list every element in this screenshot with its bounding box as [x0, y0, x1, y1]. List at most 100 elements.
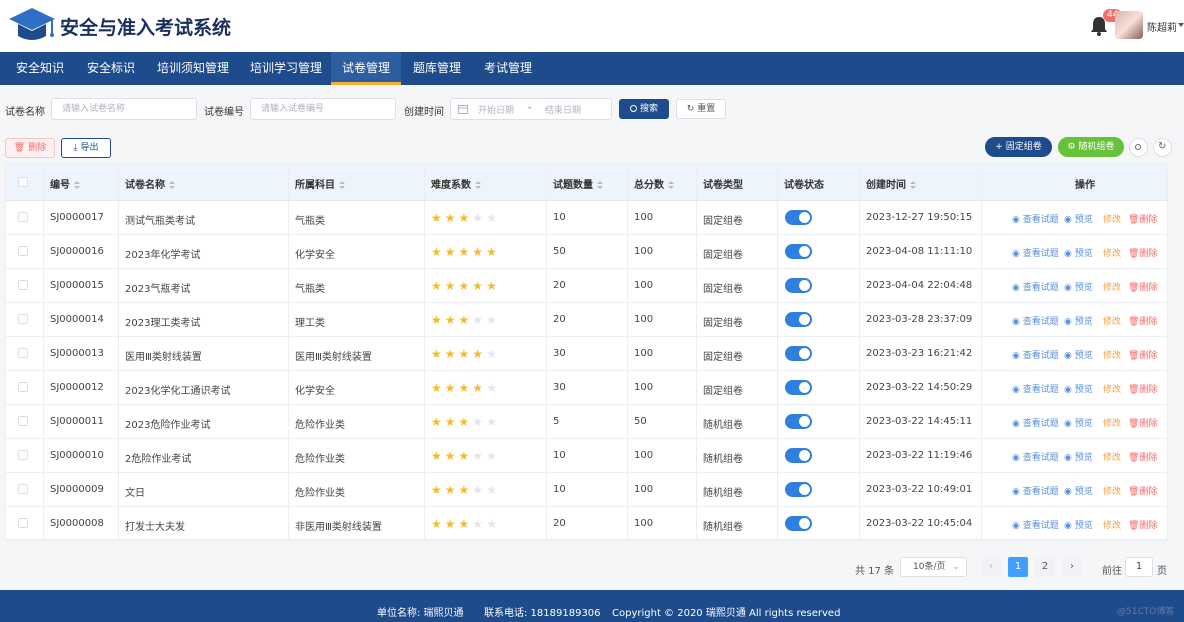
fixed-compose-button[interactable]: + 固定组卷	[985, 137, 1052, 157]
username[interactable]: 陈超莉	[1147, 19, 1177, 34]
col-created[interactable]: 创建时间	[866, 176, 916, 191]
status-toggle[interactable]	[785, 244, 812, 259]
status-toggle[interactable]	[785, 448, 812, 463]
view-questions-link[interactable]: ◉ 查看试题	[1012, 450, 1059, 463]
batch-delete-button[interactable]: 🗑 删除	[5, 138, 55, 158]
row-checkbox[interactable]	[18, 416, 28, 426]
row-checkbox[interactable]	[18, 348, 28, 358]
edit-link[interactable]: 修改	[1103, 484, 1121, 497]
nav-item-exam-management[interactable]: 考试管理	[472, 52, 544, 85]
view-questions-link[interactable]: ◉ 查看试题	[1012, 518, 1059, 531]
delete-link[interactable]: 🗑删除	[1128, 518, 1157, 531]
view-questions-link[interactable]: ◉ 查看试题	[1012, 280, 1059, 293]
view-questions-link[interactable]: ◉ 查看试题	[1012, 484, 1059, 497]
edit-link[interactable]: 修改	[1103, 518, 1121, 531]
status-toggle[interactable]	[785, 346, 812, 361]
reset-button[interactable]: ↻ 重置	[676, 99, 726, 119]
refresh-button[interactable]: ↻	[1153, 138, 1172, 157]
export-button[interactable]: ⤓ 导出	[61, 138, 111, 158]
preview-link[interactable]: ◉ 预览	[1064, 382, 1093, 395]
avatar[interactable]	[1115, 11, 1143, 39]
start-date-input[interactable]: 开始日期	[478, 103, 514, 116]
toggle-search-button[interactable]	[1129, 138, 1148, 157]
status-toggle[interactable]	[785, 516, 812, 531]
col-name[interactable]: 试卷名称	[125, 176, 175, 191]
row-checkbox[interactable]	[18, 382, 28, 392]
status-toggle[interactable]	[785, 312, 812, 327]
page-button-1[interactable]: 1	[1008, 557, 1028, 577]
col-count[interactable]: 试题数量	[553, 176, 603, 191]
search-button[interactable]: 搜索	[619, 99, 669, 119]
chevron-down-icon[interactable]	[1178, 23, 1184, 27]
delete-link[interactable]: 🗑删除	[1128, 450, 1157, 463]
goto-page-input[interactable]: 1	[1125, 557, 1153, 577]
edit-link[interactable]: 修改	[1103, 212, 1121, 225]
nav-item-paper-management[interactable]: 试卷管理	[331, 52, 401, 85]
col-score[interactable]: 总分数	[634, 176, 674, 191]
plus-icon: +	[995, 142, 1003, 152]
paper-code-input[interactable]: 请输入试卷编号	[250, 98, 396, 120]
row-checkbox[interactable]	[18, 212, 28, 222]
col-difficulty[interactable]: 难度系数	[431, 176, 481, 191]
delete-link[interactable]: 🗑删除	[1128, 382, 1157, 395]
preview-link[interactable]: ◉ 预览	[1064, 246, 1093, 259]
status-toggle[interactable]	[785, 278, 812, 293]
preview-link[interactable]: ◉ 预览	[1064, 416, 1093, 429]
preview-link[interactable]: ◉ 预览	[1064, 314, 1093, 327]
nav-item-safety-signs[interactable]: 安全标识	[80, 52, 142, 85]
delete-link[interactable]: 🗑删除	[1128, 314, 1157, 327]
col-code[interactable]: 编号	[50, 176, 80, 191]
delete-link[interactable]: 🗑删除	[1128, 212, 1157, 225]
edit-link[interactable]: 修改	[1103, 382, 1121, 395]
status-toggle[interactable]	[785, 210, 812, 225]
delete-link[interactable]: 🗑删除	[1128, 280, 1157, 293]
select-all-checkbox[interactable]	[18, 177, 28, 187]
nav-item-safety-knowledge[interactable]: 安全知识	[0, 52, 80, 85]
preview-link[interactable]: ◉ 预览	[1064, 484, 1093, 497]
status-toggle[interactable]	[785, 414, 812, 429]
star-icon: ★	[431, 483, 445, 497]
preview-link[interactable]: ◉ 预览	[1064, 348, 1093, 361]
view-questions-link[interactable]: ◉ 查看试题	[1012, 416, 1059, 429]
edit-link[interactable]: 修改	[1103, 246, 1121, 259]
page-size-select[interactable]: 10条/页 ⌄	[900, 557, 967, 577]
preview-link[interactable]: ◉ 预览	[1064, 280, 1093, 293]
col-subject[interactable]: 所属科目	[295, 176, 345, 191]
nav-item-training-notice[interactable]: 培训须知管理	[142, 52, 244, 85]
random-compose-button[interactable]: ⚙ 随机组卷	[1058, 137, 1124, 157]
date-range-picker[interactable]: 开始日期 - 结束日期	[450, 98, 612, 120]
goto-label: 前往	[1102, 566, 1122, 577]
delete-link[interactable]: 🗑删除	[1128, 416, 1157, 429]
delete-link[interactable]: 🗑删除	[1128, 348, 1157, 361]
preview-link[interactable]: ◉ 预览	[1064, 212, 1093, 225]
preview-link[interactable]: ◉ 预览	[1064, 518, 1093, 531]
edit-link[interactable]: 修改	[1103, 280, 1121, 293]
paper-name-input[interactable]: 请输入试卷名称	[51, 98, 197, 120]
delete-link[interactable]: 🗑删除	[1128, 484, 1157, 497]
nav-item-training-study[interactable]: 培训学习管理	[244, 52, 328, 85]
view-questions-link[interactable]: ◉ 查看试题	[1012, 348, 1059, 361]
view-questions-link[interactable]: ◉ 查看试题	[1012, 382, 1059, 395]
nav-item-question-bank[interactable]: 题库管理	[402, 52, 472, 85]
prev-page-button[interactable]: ‹	[981, 557, 1001, 577]
edit-link[interactable]: 修改	[1103, 348, 1121, 361]
page-button-2[interactable]: 2	[1035, 557, 1055, 577]
row-checkbox[interactable]	[18, 518, 28, 528]
row-checkbox[interactable]	[18, 246, 28, 256]
edit-link[interactable]: 修改	[1103, 450, 1121, 463]
view-questions-link[interactable]: ◉ 查看试题	[1012, 314, 1059, 327]
delete-link[interactable]: 🗑删除	[1128, 246, 1157, 259]
view-questions-link[interactable]: ◉ 查看试题	[1012, 212, 1059, 225]
status-toggle[interactable]	[785, 380, 812, 395]
row-checkbox[interactable]	[18, 450, 28, 460]
next-page-button[interactable]: ›	[1062, 557, 1082, 577]
status-toggle[interactable]	[785, 482, 812, 497]
row-checkbox[interactable]	[18, 484, 28, 494]
row-checkbox[interactable]	[18, 280, 28, 290]
end-date-input[interactable]: 结束日期	[545, 103, 581, 116]
row-checkbox[interactable]	[18, 314, 28, 324]
edit-link[interactable]: 修改	[1103, 314, 1121, 327]
edit-link[interactable]: 修改	[1103, 416, 1121, 429]
preview-link[interactable]: ◉ 预览	[1064, 450, 1093, 463]
view-questions-link[interactable]: ◉ 查看试题	[1012, 246, 1059, 259]
